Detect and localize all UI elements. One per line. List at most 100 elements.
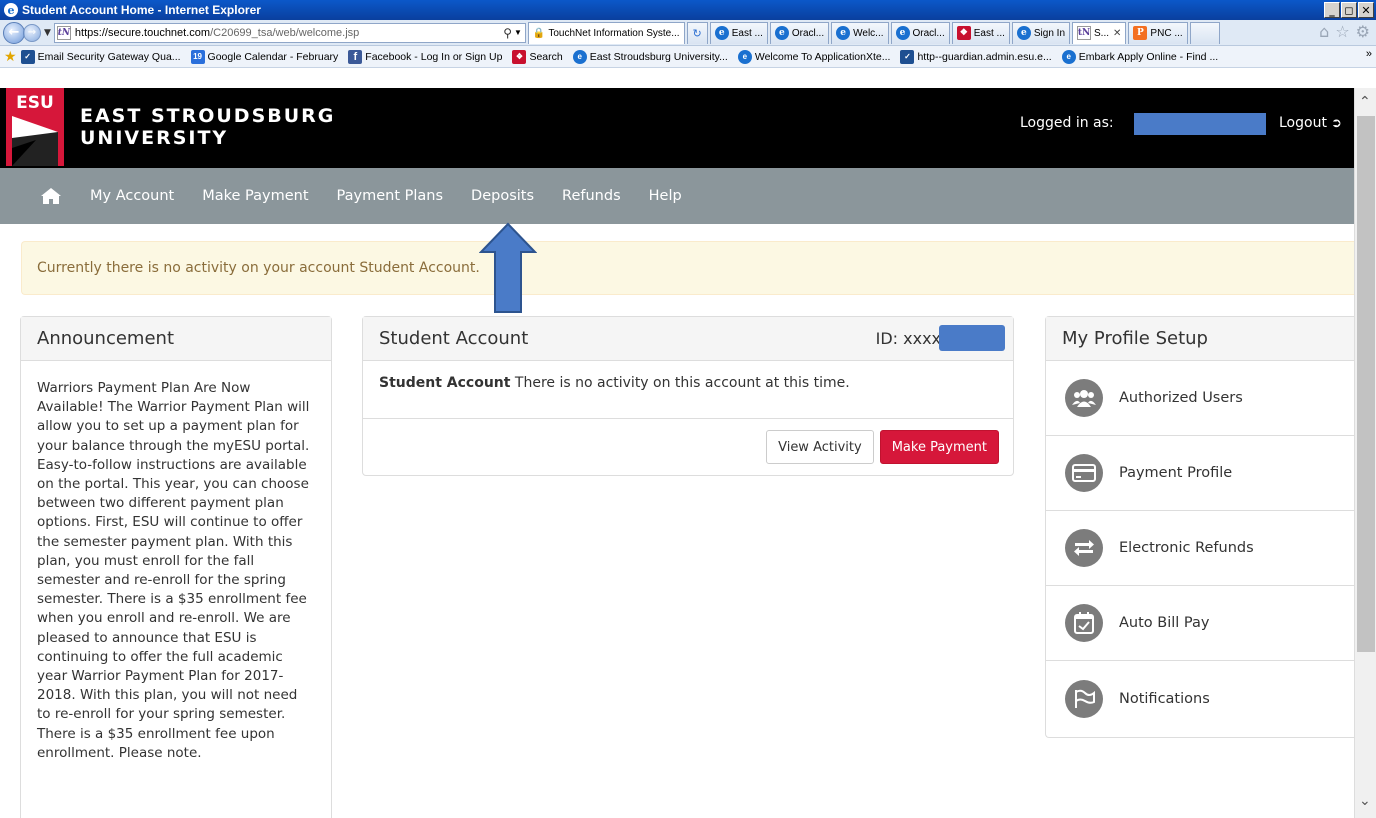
site-identity-label: TouchNet Information Syste... [548,27,680,39]
tab-label: Oracl... [791,27,825,39]
student-account-panel: Student Account ID: xxxx Student Account… [362,316,1014,476]
nav-deposits[interactable]: Deposits [471,188,534,204]
ie-page-icon: e [1016,26,1031,40]
back-button[interactable]: ← [3,21,25,44]
nav-make-payment[interactable]: Make Payment [202,188,308,204]
home-icon[interactable]: ⌂ [1319,22,1329,41]
browser-tab[interactable]: e Oracl... [890,21,950,44]
profile-item-electronic-refunds[interactable]: Electronic Refunds [1046,511,1354,586]
window-controls: _ ◻ ✕ [1324,2,1374,18]
logo-mark-text: ESU [16,93,54,113]
refresh-button[interactable]: ↻ [686,21,708,44]
scroll-down-chevron-icon[interactable]: ⌄ [1359,793,1371,809]
logout-link[interactable]: Logout ➲ [1279,115,1342,131]
address-dropdown-icon[interactable]: ▼ [514,28,522,37]
nav-refunds[interactable]: Refunds [562,188,621,204]
browser-tab[interactable]: ❖ East ... [951,21,1010,44]
main-navigation: My Account Make Payment Payment Plans De… [0,168,1354,224]
favorite-link[interactable]: ✓ http--guardian.admin.esu.e... [900,49,1052,64]
browser-tab-active[interactable]: tN S... ✕ [1072,21,1127,44]
ie-page-icon: e [895,26,910,40]
account-status-text: There is no activity on this account at … [510,375,850,391]
ie-page-icon: e [1061,49,1076,64]
home-icon[interactable] [40,187,62,205]
profile-item-label: Notifications [1119,690,1210,707]
users-icon [1065,379,1103,417]
bookmark-icon: ❖ [512,49,527,64]
ie-page-icon: e [774,26,789,40]
profile-item-authorized-users[interactable]: Authorized Users [1046,361,1354,436]
nav-help[interactable]: Help [649,188,682,204]
favorite-link[interactable]: 19 Google Calendar - February [190,49,338,64]
nav-my-account[interactable]: My Account [90,188,174,204]
profile-item-auto-bill-pay[interactable]: Auto Bill Pay [1046,586,1354,661]
annotation-arrow-icon [479,222,537,313]
favorite-link[interactable]: e East Stroudsburg University... [572,49,728,64]
add-favorite-star-icon[interactable]: ★ [4,48,17,65]
logout-label: Logout [1279,115,1327,131]
student-id-label: ID: xxxx [875,329,941,348]
favorite-link[interactable]: ❖ Search [512,49,563,64]
window-titlebar: e Student Account Home - Internet Explor… [0,0,1376,20]
browser-tab[interactable]: P PNC ... [1128,21,1188,44]
address-bar[interactable]: tN https://secure.touchnet.com/C20699_ts… [53,22,526,43]
scrollbar-thumb[interactable] [1357,116,1375,652]
page-scrollbar[interactable]: ⌃ ⌄ [1354,88,1376,818]
minimize-icon[interactable]: _ [1324,2,1340,18]
flag-icon [1065,679,1103,718]
view-activity-button[interactable]: View Activity [766,430,874,464]
wordmark-line1: EAST STROUDSBURG [80,105,336,127]
tab-label: S... [1094,27,1110,39]
calendar-check-icon [1065,604,1103,642]
redacted-student-id [939,325,1005,351]
browser-tab[interactable]: e Welc... [831,21,889,44]
search-icon[interactable]: ⚲ [503,26,512,40]
make-payment-button[interactable]: Make Payment [879,430,999,464]
favorite-label: Welcome To ApplicationXte... [754,50,891,63]
student-account-header: Student Account ID: xxxx [363,317,1013,361]
close-tab-icon[interactable]: ✕ [1113,28,1121,39]
favorite-link[interactable]: e Embark Apply Online - Find ... [1061,49,1218,64]
ie-logo-icon: e [4,3,18,17]
new-tab-button[interactable] [1189,21,1220,44]
site-identity-tab[interactable]: 🔒 TouchNet Information Syste... [527,21,685,44]
close-icon[interactable]: ✕ [1358,2,1374,18]
touchnet-page-icon: tN [1077,26,1092,40]
scroll-up-chevron-icon[interactable]: ⌃ [1359,94,1371,110]
favorites-star-icon[interactable]: ☆ [1335,22,1349,41]
favorite-link[interactable]: f Facebook - Log In or Sign Up [348,49,502,64]
gateway-icon: ✓ [900,49,915,64]
maximize-icon[interactable]: ◻ [1341,2,1357,18]
calendar-icon: 19 [190,49,205,64]
esu-logo-icon[interactable]: ESU [6,88,64,166]
account-name: Student Account [379,375,511,391]
logout-icon: ➲ [1330,116,1342,131]
site-header: ESU EAST STROUDSBURG UNIVERSITY Logged i… [0,88,1354,168]
touchnet-favicon-icon: tN [56,25,71,40]
ie-page-icon: e [714,26,729,40]
profile-item-notifications[interactable]: Notifications [1046,661,1354,736]
student-account-title: Student Account [379,328,529,349]
history-dropdown-icon[interactable]: ▼ [44,28,51,38]
tab-label: East ... [973,27,1005,39]
nav-payment-plans[interactable]: Payment Plans [337,188,444,204]
pnc-page-icon: P [1133,26,1148,40]
settings-gear-icon[interactable]: ⚙ [1356,22,1370,41]
profile-setup-title: My Profile Setup [1046,317,1354,361]
university-wordmark[interactable]: EAST STROUDSBURG UNIVERSITY [80,105,335,149]
tab-strip: 🔒 TouchNet Information Syste... ↻ e East … [527,21,1222,44]
browser-tab[interactable]: e East ... [709,21,768,44]
url-scheme: https:// [74,26,108,39]
logged-in-label: Logged in as: [1020,115,1114,131]
alert-text: Currently there is no activity on your a… [37,260,480,276]
favorite-link[interactable]: e Welcome To ApplicationXte... [737,49,891,64]
favorite-label: Email Security Gateway Qua... [37,50,181,63]
profile-item-payment-profile[interactable]: Payment Profile [1046,436,1354,511]
more-favorites-chevron-icon[interactable]: » [1366,48,1372,60]
tab-label: Welc... [853,27,884,39]
student-account-actions: View Activity Make Payment [363,419,1013,475]
browser-tab[interactable]: e Sign In [1011,21,1071,44]
favorite-link[interactable]: ✓ Email Security Gateway Qua... [20,49,181,64]
browser-tab[interactable]: e Oracl... [769,21,830,44]
forward-button[interactable]: → [23,23,41,42]
